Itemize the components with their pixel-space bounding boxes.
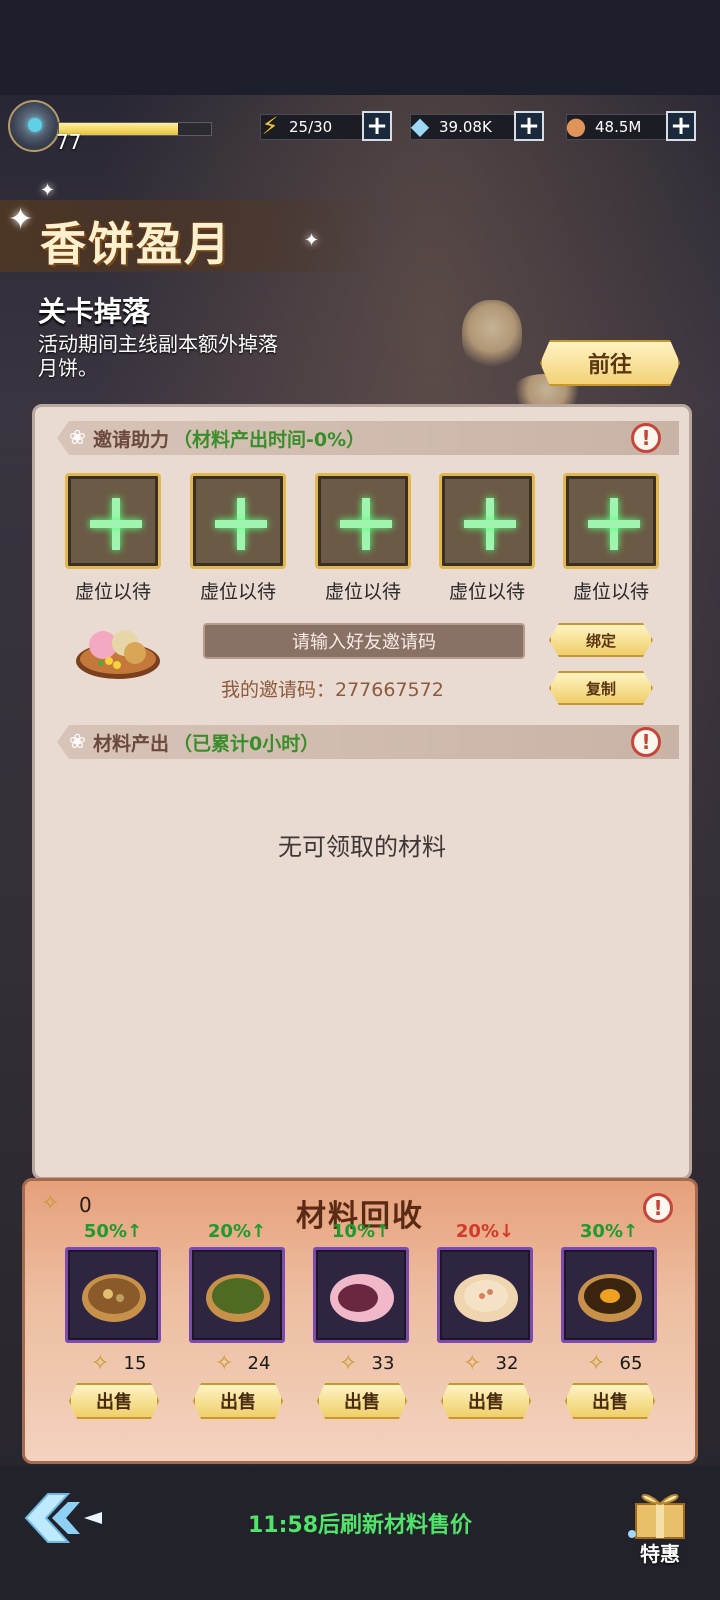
sparkle-icon: ✦ <box>304 230 320 251</box>
diamond-value: 39.08K <box>439 118 492 136</box>
mooncake-icon <box>82 1274 146 1322</box>
output-header-accumulated: （已累计0小时） <box>173 732 320 755</box>
invite-slot[interactable] <box>439 473 535 569</box>
diamond-icon: ◆ <box>410 112 430 140</box>
invite-slot-label: 虚位以待 <box>572 581 649 603</box>
mooncake-item[interactable] <box>65 1247 161 1343</box>
sell-price: 24 <box>247 1353 271 1374</box>
player-level: 77 <box>56 130 82 154</box>
invite-header-label: 邀请助力 <box>93 428 170 451</box>
sell-price: 15 <box>123 1353 147 1374</box>
goto-button[interactable]: 前往 <box>540 340 680 386</box>
sell-button[interactable]: 出售 <box>69 1383 159 1419</box>
output-header-label: 材料产出 <box>93 732 170 755</box>
copy-button[interactable]: 复制 <box>549 671 653 705</box>
invite-info-icon[interactable]: ! <box>631 423 661 453</box>
gift-icon <box>628 1494 685 1539</box>
bind-button[interactable]: 绑定 <box>549 623 653 657</box>
sparkle-icon: ✦ <box>40 180 56 201</box>
invite-slot[interactable] <box>190 473 286 569</box>
sell-price: 33 <box>371 1353 395 1374</box>
level-emblem-icon[interactable] <box>8 100 60 152</box>
sell-button[interactable]: 出售 <box>317 1383 407 1419</box>
price-change: 20%↑ <box>207 1221 267 1242</box>
special-offer-label: 特惠 <box>640 1542 680 1566</box>
fleur-icon: ❀ <box>69 729 86 753</box>
event-title: 香饼盈月 <box>40 217 232 271</box>
empty-output-message: 无可领取的材料 <box>278 833 446 861</box>
price-change: 50%↑ <box>83 1221 143 1242</box>
output-info-icon[interactable]: ! <box>631 727 661 757</box>
mooncake-icon <box>206 1274 270 1322</box>
add-coin-button[interactable]: + <box>666 111 696 141</box>
coin-value: 48.5M <box>595 118 642 136</box>
invite-slot[interactable] <box>65 473 161 569</box>
fleur-icon: ❀ <box>69 425 86 449</box>
sell-price: 65 <box>619 1353 643 1374</box>
status-bar: 77 ⚡ 25/30 + ◆ 39.08K + ● 48.5M + <box>0 100 720 154</box>
invite-slot[interactable] <box>315 473 411 569</box>
price-change: 30%↑ <box>579 1221 639 1242</box>
invite-header-bonus: （材料产出时间-0%） <box>173 428 366 451</box>
output-section-header: ❀ 材料产出 （已累计0小时） <box>57 725 679 759</box>
sell-button[interactable]: 出售 <box>441 1383 531 1419</box>
stage-drop-description: 活动期间主线副本额外掉落月饼。 <box>38 332 278 380</box>
invite-slot-label: 虚位以待 <box>324 581 401 603</box>
mooncake-item[interactable] <box>313 1247 409 1343</box>
coin-display: ● 48.5M <box>566 112 670 140</box>
mooncake-item[interactable] <box>437 1247 533 1343</box>
special-offer-button[interactable]: 特惠 <box>622 1482 698 1566</box>
add-diamond-button[interactable]: + <box>514 111 544 141</box>
mooncake-item[interactable] <box>561 1247 657 1343</box>
sell-price: 32 <box>495 1353 519 1374</box>
lightning-icon: ⚡ <box>261 112 279 140</box>
invite-slot-label: 虚位以待 <box>74 581 151 603</box>
sell-button[interactable]: 出售 <box>193 1383 283 1419</box>
sell-button[interactable]: 出售 <box>565 1383 655 1419</box>
material-recycle-panel: ✧ 0 材料回收 ! 50%↑ ✧ 15 出售 20%↑ ✧ 24 出售 10%… <box>22 1178 698 1464</box>
invite-code-input[interactable]: 请输入好友邀请码 <box>203 623 525 659</box>
mooncake-icon <box>578 1274 642 1322</box>
price-refresh-countdown: 11:58后刷新材料售价 <box>247 1513 473 1538</box>
top-band <box>0 0 720 95</box>
stamina-display: ⚡ 25/30 <box>260 112 364 140</box>
lantern-decoration <box>462 300 522 370</box>
diamond-display: ◆ 39.08K <box>410 112 518 140</box>
recycle-info-icon[interactable]: ! <box>643 1193 673 1223</box>
add-stamina-button[interactable]: + <box>362 111 392 141</box>
sparkle-icon: ✦ <box>8 202 34 237</box>
main-panel: ❀ 邀请助力 （材料产出时间-0%） ! 虚位以待 虚位以待 虚位以待 虚位以待… <box>32 404 692 1180</box>
mooncake-plate-icon <box>76 630 160 679</box>
invite-slot-label: 虚位以待 <box>199 581 276 603</box>
stamina-value: 25/30 <box>289 118 333 136</box>
price-change: 10%↑ <box>331 1221 391 1242</box>
my-invite-code: 我的邀请码：277667572 <box>221 679 444 701</box>
price-change: 20%↓ <box>455 1221 515 1242</box>
mooncake-item[interactable] <box>189 1247 285 1343</box>
mooncake-icon <box>330 1274 394 1322</box>
stage-drop-heading: 关卡掉落 <box>38 295 151 328</box>
invite-slot[interactable] <box>563 473 659 569</box>
invite-section-header: ❀ 邀请助力 （材料产出时间-0%） <box>57 421 679 455</box>
invite-slot-label: 虚位以待 <box>448 581 525 603</box>
coin-icon: ● <box>565 112 587 140</box>
mooncake-icon <box>454 1274 518 1322</box>
